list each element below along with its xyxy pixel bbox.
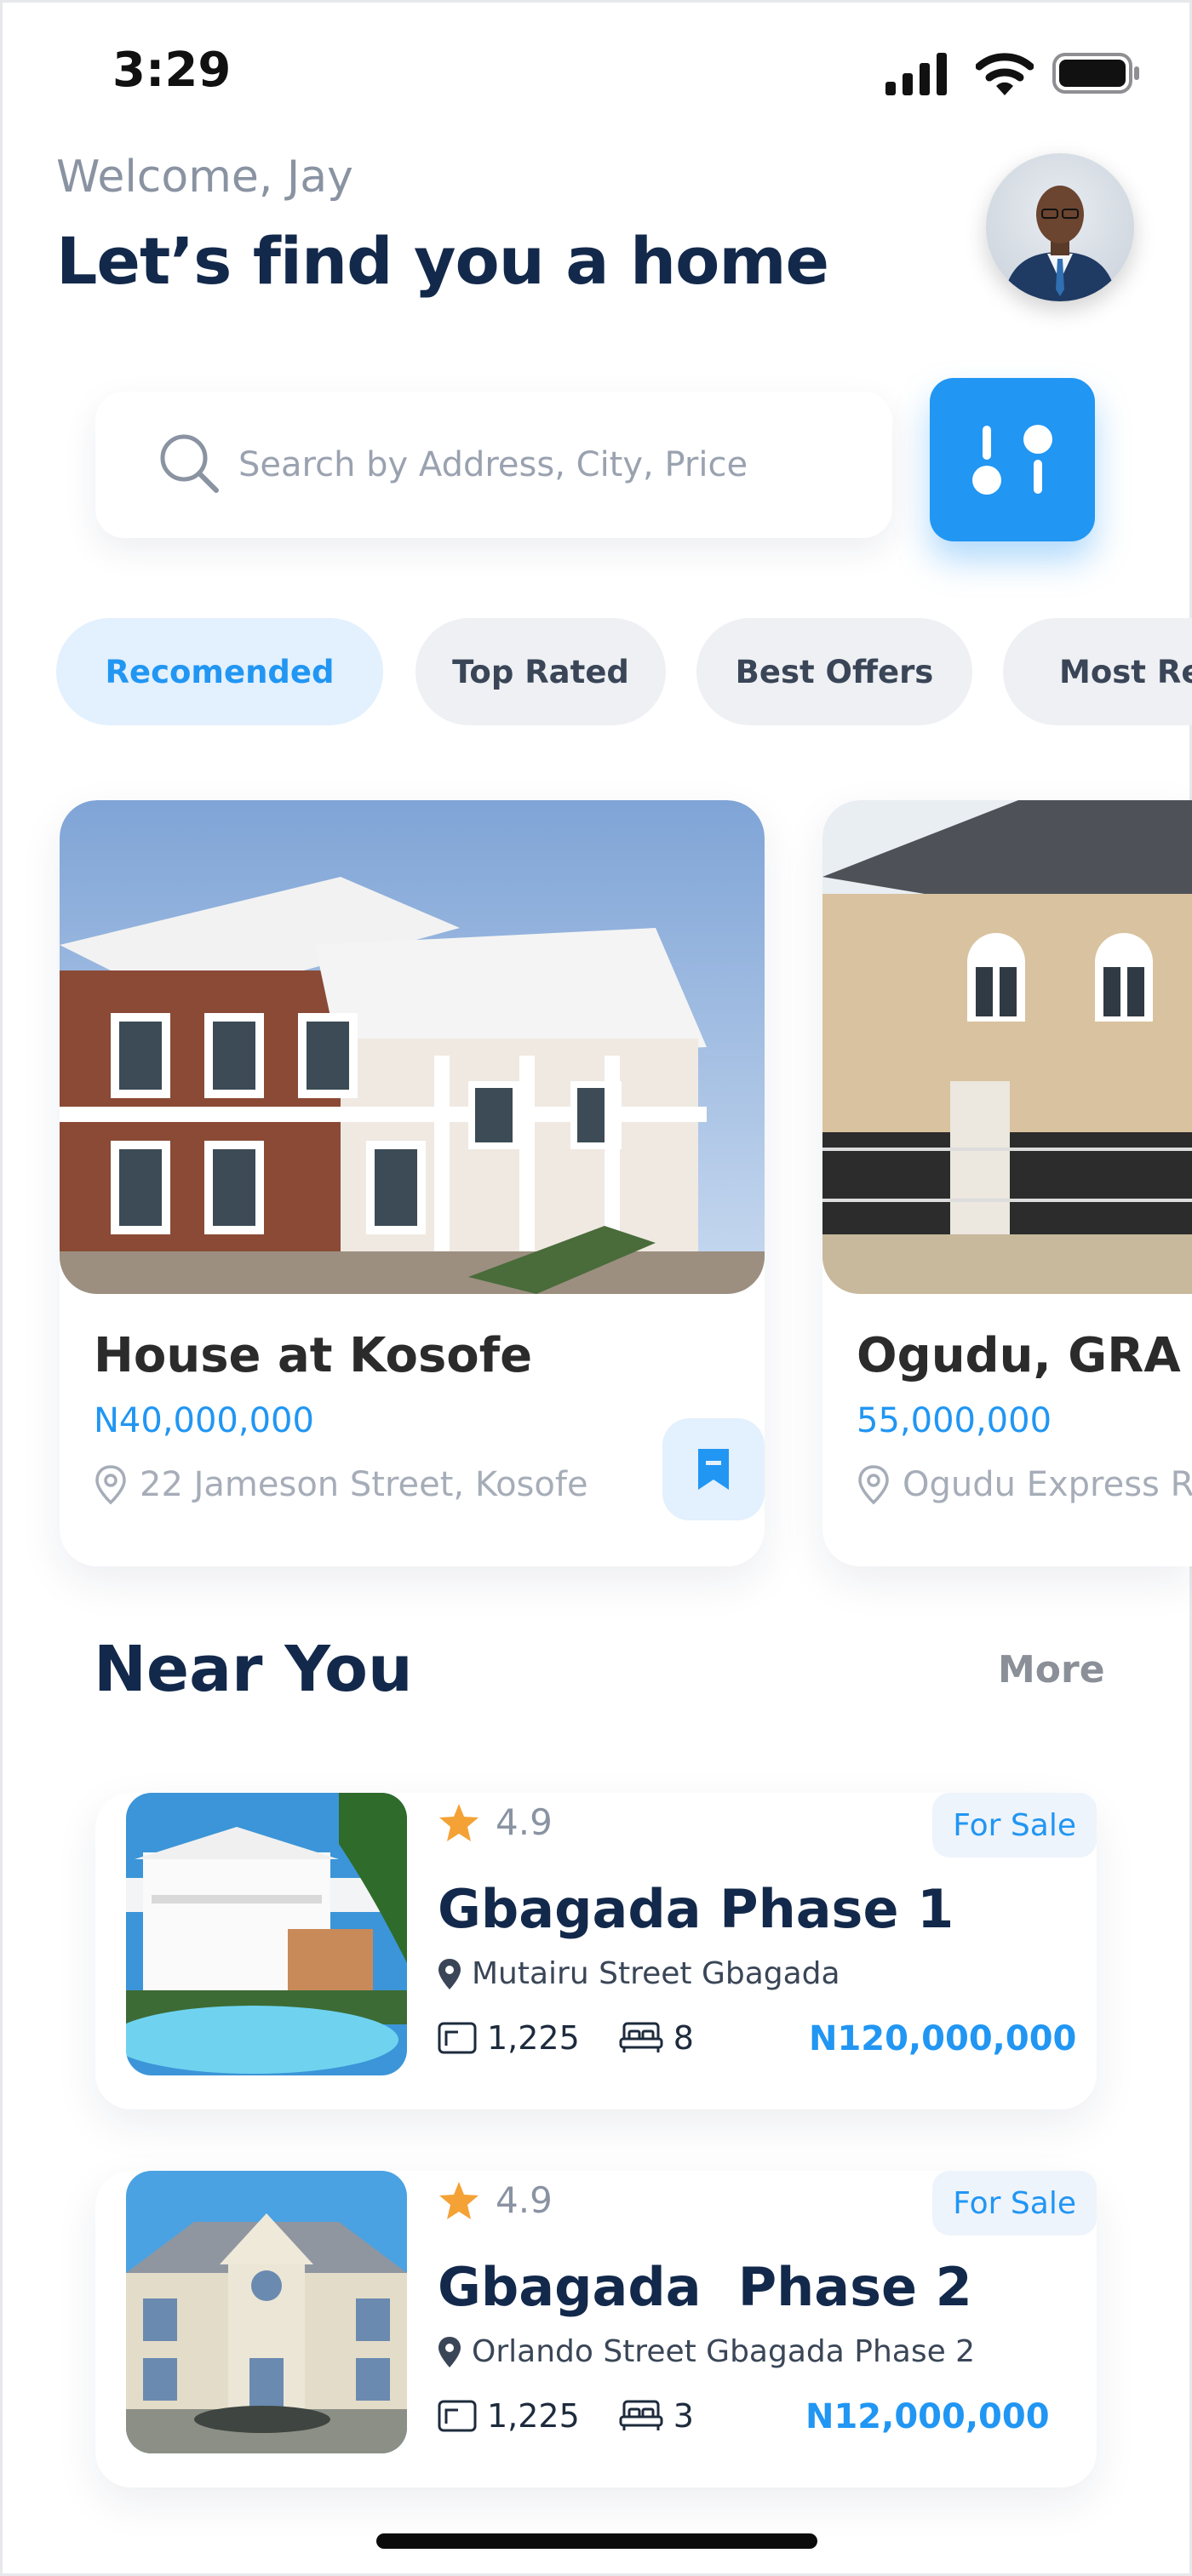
rating-value: 4.9 (496, 1801, 553, 1843)
avatar[interactable] (986, 153, 1134, 301)
battery-icon (1052, 53, 1139, 94)
location-pin-icon (438, 2336, 461, 2367)
area-icon (438, 2400, 477, 2432)
tab-recommended[interactable]: Recomended (56, 618, 383, 725)
search-bar[interactable] (95, 392, 892, 538)
location-pin-icon (858, 1465, 889, 1505)
location-pin-icon (438, 1958, 461, 1989)
tab-best-offers[interactable]: Best Offers (696, 618, 972, 725)
search-input[interactable] (238, 392, 868, 538)
beds-info: 3 (619, 2397, 694, 2435)
section-title: Near You (94, 1633, 413, 1706)
property-address-text: Ogudu Express R (903, 1465, 1192, 1504)
list-item[interactable]: 4.9 For Sale Gbagada Phase 1 Mutairu Str… (95, 1793, 1097, 2109)
property-title: Ogudu, GRA (857, 1328, 1181, 1383)
property-title: House at Kosofe (94, 1328, 533, 1383)
property-location: Mutairu Street Gbagada (438, 1956, 840, 1991)
status-badge: For Sale (932, 2171, 1097, 2235)
location-pin-icon (95, 1465, 126, 1505)
property-price: N12,000,000 (805, 2397, 1050, 2436)
property-address: Ogudu Express R (857, 1464, 1192, 1505)
rating: 4.9 (438, 2179, 553, 2221)
rating-value: 4.9 (496, 2179, 553, 2221)
beds-value: 3 (673, 2397, 694, 2435)
property-card[interactable]: House at Kosofe N40,000,000 22 Jameson S… (60, 800, 765, 1566)
avatar-portrait-icon (1003, 186, 1117, 301)
beds-info: 8 (619, 2019, 694, 2057)
star-icon (439, 2181, 479, 2219)
home-indicator[interactable] (376, 2533, 817, 2549)
area-info: 1,225 (438, 2397, 580, 2435)
property-thumbnail (126, 1793, 407, 2075)
property-title: Gbagada Phase 1 (438, 1878, 954, 1940)
property-card[interactable]: Ogudu, GRA 55,000,000 Ogudu Express R (822, 800, 1192, 1566)
area-icon (438, 2022, 477, 2054)
welcome-text: Welcome, Jay (56, 152, 353, 203)
rating: 4.9 (438, 1801, 553, 1843)
property-price: 55,000,000 (857, 1401, 1052, 1440)
property-title: Gbagada Phase 2 (438, 2256, 972, 2318)
more-link[interactable]: More (998, 1648, 1105, 1692)
bed-icon (619, 2022, 663, 2052)
status-time: 3:29 (112, 43, 232, 98)
bed-icon (619, 2400, 663, 2430)
area-value: 1,225 (487, 2019, 580, 2057)
property-address-text: 22 Jameson Street, Kosofe (140, 1465, 588, 1504)
list-item[interactable]: 4.9 For Sale Gbagada Phase 2 Orlando Str… (95, 2171, 1097, 2487)
property-price: N120,000,000 (809, 2019, 1077, 2058)
property-address: 22 Jameson Street, Kosofe (94, 1464, 588, 1505)
property-location-text: Mutairu Street Gbagada (472, 1956, 840, 1991)
property-price: N40,000,000 (94, 1401, 314, 1440)
property-location-text: Orlando Street Gbagada Phase 2 (472, 2334, 976, 2369)
area-value: 1,225 (487, 2397, 580, 2435)
page-title: Let’s find you a home (56, 223, 829, 299)
property-image (60, 800, 765, 1294)
wifi-icon (976, 53, 1034, 95)
property-thumbnail (126, 2171, 407, 2453)
bookmark-button[interactable] (662, 1418, 765, 1520)
property-meta: 1,225 3 (438, 2397, 733, 2435)
search-icon (160, 434, 219, 493)
property-location: Orlando Street Gbagada Phase 2 (438, 2334, 975, 2369)
status-badge: For Sale (932, 1793, 1097, 1858)
star-icon (439, 1803, 479, 1841)
tab-top-rated[interactable]: Top Rated (415, 618, 666, 725)
tab-most-recent[interactable]: Most Re (1003, 618, 1192, 725)
cellular-signal-icon (885, 53, 947, 95)
property-image (822, 800, 1192, 1294)
beds-value: 8 (673, 2019, 694, 2057)
filter-button[interactable] (930, 378, 1095, 541)
filter-icon (972, 425, 1052, 495)
bookmark-icon (698, 1449, 729, 1490)
area-info: 1,225 (438, 2019, 580, 2057)
property-meta: 1,225 8 (438, 2019, 733, 2057)
